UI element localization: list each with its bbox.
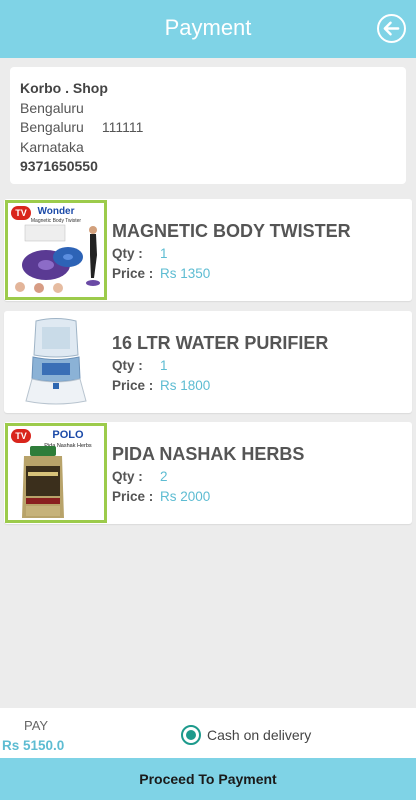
qty-label: Qty :: [112, 469, 143, 484]
product-image: [5, 312, 107, 412]
arrow-left-icon: [383, 21, 400, 36]
product-price-row: Price : Rs 1350: [112, 266, 210, 281]
proceed-to-payment-button[interactable]: Proceed To Payment: [0, 758, 416, 800]
product-card[interactable]: 16 LTR WATER PURIFIER Qty : 1 Price : Rs…: [4, 311, 412, 413]
product-title: PIDA NASHAK HERBS: [112, 444, 305, 464]
product-title: 16 LTR WATER PURIFIER: [112, 333, 329, 353]
price-value: Rs 1800: [160, 378, 211, 393]
address-city-row: Bengaluru 111111: [20, 118, 396, 138]
product-qty-row: Qty : 1: [112, 246, 168, 261]
thumb-caption: Magnetic Body Twister: [31, 218, 82, 224]
price-label: Price :: [112, 266, 154, 281]
product-card[interactable]: Wonder Magnetic Body Twister TV MAGNETIC…: [4, 199, 412, 301]
address-state: Karnataka: [20, 138, 84, 155]
product-price-row: Price : Rs 1800: [112, 378, 210, 393]
address-name: Korbo . Shop: [20, 80, 108, 96]
qty-label: Qty :: [112, 246, 143, 261]
payment-footer: PAY Rs 5150.0 Cash on delivery: [0, 708, 416, 758]
product-image: Wonder Magnetic Body Twister TV: [5, 200, 107, 300]
price-value: Rs 2000: [160, 489, 211, 504]
back-button[interactable]: [377, 14, 406, 43]
address-line1: Bengaluru: [20, 99, 84, 116]
pay-amount: Rs 5150.0: [2, 738, 65, 753]
thumb-brand: Wonder: [37, 206, 74, 217]
price-value: Rs 1350: [160, 266, 211, 281]
app-header: Payment: [0, 0, 416, 58]
address-phone: 9371650550: [20, 158, 98, 174]
water-purifier-image: [8, 315, 104, 409]
address-pin: 111111: [101, 119, 144, 135]
address-city: Bengaluru: [20, 119, 84, 135]
tv-badge: TV: [11, 429, 31, 443]
qty-value: 1: [160, 358, 168, 373]
product-title: MAGNETIC BODY TWISTER: [112, 221, 351, 241]
thumb-brand: POLO: [52, 429, 84, 441]
delivery-address-card: Korbo . Shop Bengaluru Bengaluru 111111 K…: [10, 67, 406, 184]
pay-label: PAY: [24, 718, 49, 733]
product-qty-row: Qty : 1: [112, 358, 168, 373]
cash-on-delivery-label[interactable]: Cash on delivery: [207, 727, 311, 743]
product-card[interactable]: POLO Pida Nashak Herbs TV PIDA NASHAK HE…: [4, 422, 412, 524]
product-price-row: Price : Rs 2000: [112, 489, 210, 504]
product-qty-row: Qty : 2: [112, 469, 168, 484]
cash-on-delivery-radio[interactable]: [181, 725, 201, 745]
tv-badge: TV: [11, 206, 31, 220]
price-label: Price :: [112, 378, 154, 393]
qty-value: 2: [160, 469, 168, 484]
page-title: Payment: [164, 15, 252, 40]
product-image: POLO Pida Nashak Herbs TV: [5, 423, 107, 523]
price-label: Price :: [112, 489, 154, 504]
qty-label: Qty :: [112, 358, 143, 373]
qty-value: 1: [160, 246, 168, 261]
